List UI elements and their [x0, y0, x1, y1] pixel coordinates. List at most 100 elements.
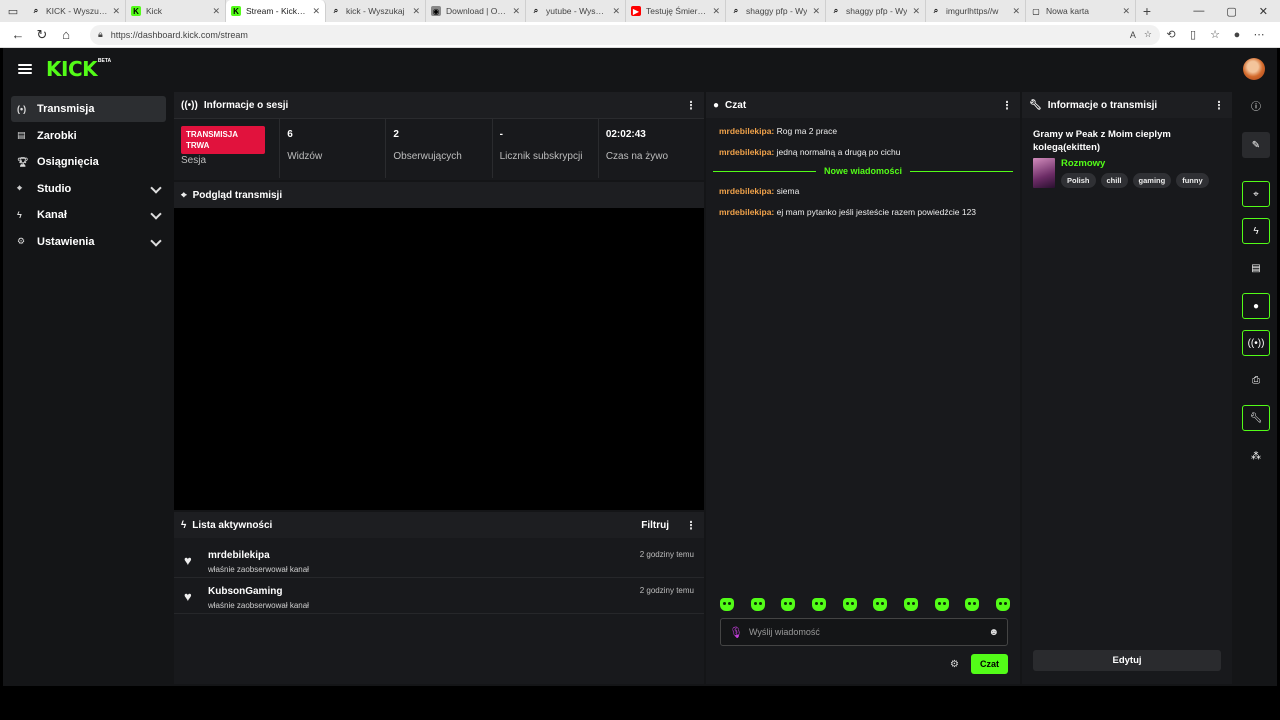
read-aloud-icon[interactable]: A [1130, 30, 1136, 40]
activity-username[interactable]: mrdebilekipa [208, 550, 640, 561]
minimize-icon[interactable]: — [1193, 5, 1204, 18]
sidebar-item[interactable]: ⌖ Studio [11, 176, 166, 202]
window-menu-icon[interactable]: ▭ [0, 0, 26, 22]
emote-icon[interactable] [842, 598, 857, 611]
close-tab-icon[interactable]: ✕ [812, 6, 820, 17]
chevron-down-icon[interactable] [150, 210, 160, 220]
preview-widget-icon[interactable]: ⌖ [1242, 181, 1270, 207]
chat-header: ● Czat ⋮ [706, 92, 1020, 118]
tab-title: Testuję Śmierci z [646, 6, 708, 16]
chat-username[interactable]: mrdebilekipa: [719, 207, 774, 217]
reload-icon[interactable]: ↻ [30, 24, 54, 46]
chat-menu-icon[interactable]: ⋮ [1001, 99, 1013, 112]
sidebar-item[interactable]: ϟ Kanał [11, 202, 166, 228]
maximize-icon[interactable]: ▢ [1226, 5, 1236, 18]
emote-icon[interactable] [720, 598, 734, 611]
emote-icon[interactable] [811, 598, 826, 611]
close-tab-icon[interactable]: ✕ [412, 6, 420, 17]
emote-icon[interactable] [965, 598, 980, 611]
activity-widget-icon[interactable]: ϟ [1242, 218, 1270, 244]
back-icon[interactable]: ← [6, 24, 30, 46]
emote-icon[interactable] [873, 598, 888, 611]
browser-tab[interactable]: ◉ Download | OBS ✕ [426, 0, 526, 22]
activity-menu-icon[interactable]: ⋮ [685, 519, 697, 532]
chat-settings-icon[interactable]: ⚙ [950, 659, 959, 670]
emote-icon[interactable] [934, 598, 949, 611]
chevron-down-icon[interactable] [150, 237, 160, 247]
favorites-icon[interactable]: ☆ [1204, 28, 1226, 41]
browser-tab[interactable]: ▢ Nowa karta ✕ [1026, 0, 1136, 22]
chat-username[interactable]: mrdebilekipa: [719, 126, 774, 136]
favorite-star-icon[interactable]: ☆ [1144, 29, 1152, 40]
emote-icon[interactable] [781, 598, 796, 611]
browser-tab[interactable]: K Stream - Kick Da ✕ [226, 0, 326, 22]
chat-username[interactable]: mrdebilekipa: [719, 186, 774, 196]
stream-tag[interactable]: Polish [1061, 173, 1096, 188]
browser-tab[interactable]: K Kick ✕ [126, 0, 226, 22]
stream-info-widget-icon[interactable]: 🔧︎ [1242, 405, 1270, 431]
printer-icon[interactable]: ⎙ [1242, 367, 1270, 393]
edit-icon[interactable]: ✎ [1242, 132, 1270, 158]
emoji-icon[interactable]: ☻ [988, 627, 999, 638]
close-tab-icon[interactable]: ✕ [1012, 6, 1020, 17]
chat-input[interactable]: 🎙︎ Wyślij wiadomość ☻ [720, 618, 1008, 646]
activity-list: ♥ mrdebilekipa właśnie zaobserwował kanał 2… [174, 538, 704, 614]
stream-tag[interactable]: chill [1100, 173, 1128, 188]
close-tab-icon[interactable]: ✕ [512, 6, 520, 17]
profile-icon[interactable]: ● [1226, 29, 1248, 41]
chat-username[interactable]: mrdebilekipa: [719, 147, 774, 157]
close-tab-icon[interactable]: ✕ [312, 6, 320, 17]
browser-tab[interactable]: ⌕ kick - Wyszukaj ✕ [326, 0, 426, 22]
sidebar-item[interactable]: ⚙ Ustawienia [11, 229, 166, 255]
close-tab-icon[interactable]: ✕ [712, 6, 720, 17]
hamburger-menu-icon[interactable] [18, 64, 32, 74]
kick-logo[interactable]: KICK BETA [46, 57, 111, 81]
new-tab-button[interactable]: + [1136, 3, 1158, 19]
microphone-icon[interactable]: 🎙︎ [729, 626, 743, 639]
chevron-down-icon[interactable] [150, 184, 160, 194]
sidebar-item[interactable]: 🏆︎ Osiągnięcia [11, 149, 166, 175]
split-screen-icon[interactable]: ▯ [1182, 28, 1204, 41]
browser-tab[interactable]: ⌕ shaggy pfp - Wy ✕ [726, 0, 826, 22]
chat-widget-icon[interactable]: ● [1242, 293, 1270, 319]
activity-username[interactable]: KubsonGaming [208, 586, 640, 597]
edit-button[interactable]: Edytuj [1033, 650, 1221, 671]
stream-info-menu-icon[interactable]: ⋮ [1213, 99, 1225, 112]
close-tab-icon[interactable]: ✕ [212, 6, 220, 17]
sidebar-item[interactable]: ▤ Zarobki [11, 123, 166, 149]
notes-icon[interactable]: ▤ [1242, 255, 1270, 281]
emote-icon[interactable] [750, 598, 765, 611]
close-window-icon[interactable]: ✕ [1259, 5, 1268, 18]
url-field[interactable]: 🔒︎ https://dashboard.kick.com/stream A ☆ [90, 24, 1160, 45]
emote-icon[interactable] [995, 598, 1010, 611]
user-avatar[interactable] [1243, 58, 1265, 80]
session-menu-icon[interactable]: ⋮ [685, 99, 697, 112]
emote-icon[interactable] [903, 598, 918, 611]
home-icon[interactable]: ⌂ [54, 24, 78, 46]
chat-text: ej mam pytanko jeśli jesteście razem pow… [776, 207, 977, 217]
stream-tag[interactable]: funny [1176, 173, 1209, 188]
session-widget-icon[interactable]: ((•)) [1242, 330, 1270, 356]
close-tab-icon[interactable]: ✕ [912, 6, 920, 17]
more-menu-icon[interactable]: ⋯ [1248, 28, 1270, 41]
close-tab-icon[interactable]: ✕ [612, 6, 620, 17]
browser-tab[interactable]: ⌕ shaggy pfp - Wy ✕ [826, 0, 926, 22]
sidebar-item[interactable]: (•) Transmisja [11, 96, 166, 122]
video-player[interactable] [174, 208, 704, 510]
close-tab-icon[interactable]: ✕ [112, 6, 120, 17]
close-tab-icon[interactable]: ✕ [1122, 6, 1130, 17]
info-icon[interactable]: ⓘ [1242, 92, 1270, 118]
stream-tag[interactable]: gaming [1132, 173, 1172, 188]
category-thumbnail[interactable] [1033, 158, 1055, 188]
browser-tab[interactable]: ⌕ imgurlhttps//w ✕ [926, 0, 1026, 22]
more-widgets-icon[interactable]: ⁂ [1242, 443, 1270, 469]
browser-tab[interactable]: ⌕ yutube - Wyszuk ✕ [526, 0, 626, 22]
filter-button[interactable]: Filtruj [641, 520, 669, 531]
stream-info-title: Informacje o transmisji [1047, 99, 1158, 111]
browser-tab[interactable]: ▶ Testuję Śmierci z ✕ [626, 0, 726, 22]
extensions-icon[interactable]: ⟲ [1160, 28, 1182, 41]
chat-send-button[interactable]: Czat [970, 654, 1008, 674]
browser-tab[interactable]: ⌕ KICK - Wyszukaj ✕ [26, 0, 126, 22]
category-name[interactable]: Rozmowy [1061, 158, 1221, 169]
site-info-icon[interactable]: 🔒︎ [98, 29, 103, 40]
